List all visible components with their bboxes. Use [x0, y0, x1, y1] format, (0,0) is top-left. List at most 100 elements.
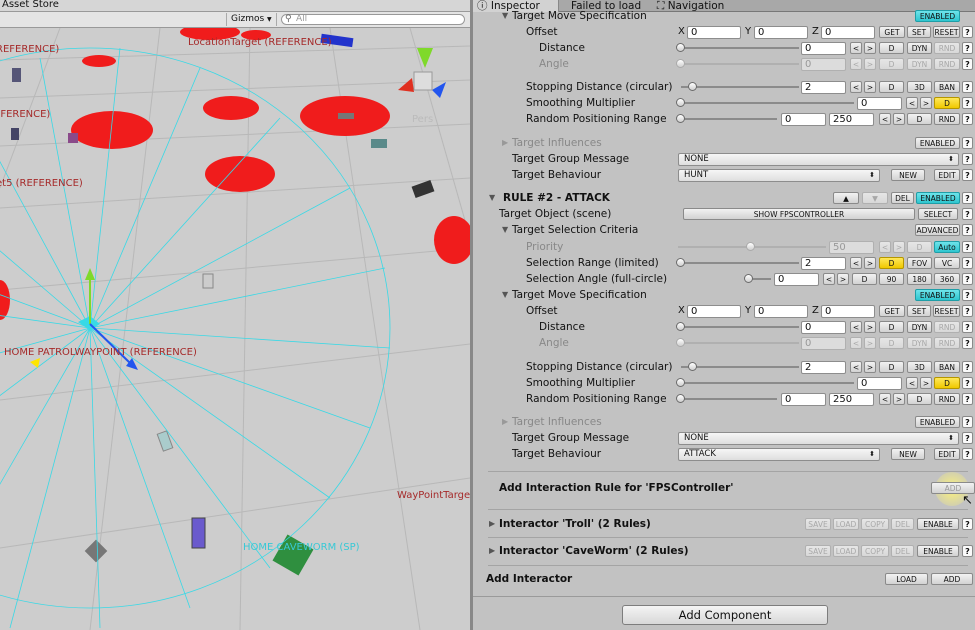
target-behaviour-dropdown[interactable]: ATTACK ⬍ [678, 448, 880, 461]
priority-slider-handle[interactable] [746, 242, 755, 251]
selection-angle-field[interactable]: 0 [774, 273, 819, 286]
selection-angle-slider-handle[interactable] [744, 274, 753, 283]
increment-button[interactable]: > [864, 337, 876, 349]
priority-field[interactable]: 50 [829, 241, 874, 254]
angle-slider[interactable] [681, 342, 799, 344]
decrement-button[interactable]: < [850, 257, 862, 269]
decrement-button[interactable]: < [879, 393, 891, 405]
help-button[interactable]: ? [962, 321, 973, 333]
stopping-distance-slider-handle[interactable] [688, 82, 697, 91]
help-button[interactable]: ? [962, 241, 973, 253]
increment-button[interactable]: > [864, 58, 876, 70]
d-button[interactable]: D [879, 81, 904, 93]
stopping-distance-field[interactable]: 2 [801, 361, 846, 374]
d-button[interactable]: D [907, 241, 932, 253]
stopping-distance-slider[interactable] [681, 86, 799, 88]
copy-interactor-button[interactable]: COPY [861, 545, 889, 557]
vc-button[interactable]: VC [934, 257, 960, 269]
load-interactor-button[interactable]: LOAD [885, 573, 928, 585]
smoothing-field[interactable]: 0 [857, 377, 902, 390]
random-range-slider-handle[interactable] [676, 114, 685, 123]
foldout-open-icon[interactable]: ▼ [502, 287, 508, 303]
foldout-closed-icon[interactable]: ▶ [502, 135, 508, 151]
move-spec-enabled-button[interactable]: ENABLED [915, 10, 960, 22]
dyn-button[interactable]: DYN [907, 337, 932, 349]
increment-button[interactable]: > [893, 393, 905, 405]
help-button[interactable]: ? [962, 42, 973, 54]
help-button[interactable]: ? [962, 81, 973, 93]
foldout-open-icon[interactable]: ▼ [502, 222, 508, 238]
scene-viewport[interactable]: REFERENCE) LocationTarget (REFERENCE) EF… [0, 28, 470, 630]
distance-field[interactable]: 0 [801, 42, 846, 55]
delete-interactor-button[interactable]: DEL [891, 518, 914, 530]
edit-behaviour-button[interactable]: EDIT [934, 169, 960, 181]
increment-button[interactable]: > [864, 361, 876, 373]
help-button[interactable]: ? [962, 305, 973, 317]
add-interactor-button[interactable]: ADD [931, 573, 973, 585]
angle-slider-handle[interactable] [676, 59, 685, 68]
move-rule-down-button[interactable]: ▼ [862, 192, 888, 204]
random-range-slider[interactable] [681, 398, 777, 400]
fov-button[interactable]: FOV [907, 257, 932, 269]
dyn-button[interactable]: DYN [907, 42, 932, 54]
set-button[interactable]: SET [907, 26, 931, 38]
rnd-button[interactable]: RND [934, 113, 960, 125]
offset-x-field[interactable]: 0 [687, 26, 741, 39]
d-button[interactable]: D [879, 321, 904, 333]
offset-x-field[interactable]: 0 [687, 305, 741, 318]
help-button[interactable]: ? [962, 153, 973, 165]
d-button[interactable]: D [879, 58, 904, 70]
help-button[interactable]: ? [962, 208, 973, 220]
increment-button[interactable]: > [893, 241, 905, 253]
3d-button[interactable]: 3D [907, 361, 932, 373]
decrement-button[interactable]: < [879, 241, 891, 253]
reset-button[interactable]: RESET [933, 305, 960, 317]
smoothing-slider-handle[interactable] [676, 98, 685, 107]
ban-button[interactable]: BAN [934, 81, 960, 93]
increment-button[interactable]: > [920, 377, 932, 389]
reset-button[interactable]: RESET [933, 26, 960, 38]
offset-z-field[interactable]: 0 [821, 305, 875, 318]
save-interactor-button[interactable]: SAVE [805, 518, 831, 530]
target-behaviour-dropdown[interactable]: HUNT ⬍ [678, 169, 880, 182]
foldout-closed-icon[interactable]: ▶ [489, 516, 495, 532]
group-message-dropdown[interactable]: NONE ⬍ [678, 432, 959, 445]
help-button[interactable]: ? [962, 416, 973, 428]
angle-180-button[interactable]: 180 [907, 273, 932, 285]
decrement-button[interactable]: < [823, 273, 835, 285]
d-button[interactable]: D [852, 273, 877, 285]
decrement-button[interactable]: < [906, 97, 918, 109]
asset-store-tab[interactable]: Asset Store [2, 0, 59, 10]
distance-slider-handle[interactable] [676, 322, 685, 331]
decrement-button[interactable]: < [850, 81, 862, 93]
load-interactor-button[interactable]: LOAD [833, 518, 859, 530]
influences-enable-button[interactable]: ENABLED [915, 416, 960, 428]
new-behaviour-button[interactable]: NEW [891, 169, 925, 181]
selection-range-slider-handle[interactable] [676, 258, 685, 267]
d-button[interactable]: D [907, 393, 932, 405]
dyn-button[interactable]: DYN [907, 321, 932, 333]
rnd-button[interactable]: RND [934, 337, 960, 349]
increment-button[interactable]: > [864, 257, 876, 269]
copy-interactor-button[interactable]: COPY [861, 518, 889, 530]
help-button[interactable]: ? [962, 58, 973, 70]
angle-field[interactable]: 0 [801, 58, 846, 71]
3d-button[interactable]: 3D [907, 81, 932, 93]
help-button[interactable]: ? [962, 361, 973, 373]
decrement-button[interactable]: < [906, 377, 918, 389]
delete-rule-button[interactable]: DEL [891, 192, 914, 204]
help-button[interactable]: ? [962, 169, 973, 181]
rnd-button[interactable]: RND [934, 393, 960, 405]
rnd-button[interactable]: RND [934, 58, 960, 70]
distance-slider[interactable] [681, 326, 799, 328]
distance-slider-handle[interactable] [676, 43, 685, 52]
get-button[interactable]: GET [879, 26, 905, 38]
offset-z-field[interactable]: 0 [821, 26, 875, 39]
increment-button[interactable]: > [864, 321, 876, 333]
smoothing-slider-handle[interactable] [676, 378, 685, 387]
foldout-closed-icon[interactable]: ▶ [502, 414, 508, 430]
selection-range-slider[interactable] [681, 262, 799, 264]
help-button[interactable]: ? [962, 273, 973, 285]
help-button[interactable]: ? [962, 113, 973, 125]
increment-button[interactable]: > [893, 113, 905, 125]
